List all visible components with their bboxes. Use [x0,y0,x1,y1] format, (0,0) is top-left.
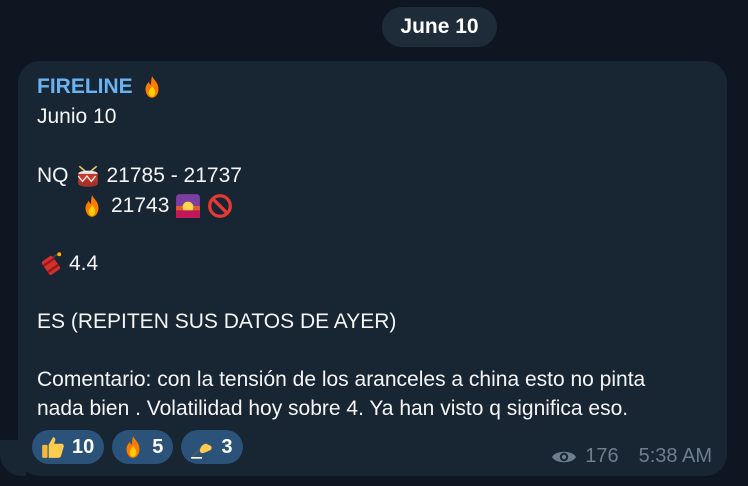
reaction-thumbs-up[interactable]: 10 [32,430,105,464]
chat-view: June 10 FIRELINE Junio 10 NQ 21785 - 217… [0,0,748,486]
comment-text-1: Comentario: con la tensión de los arance… [37,368,646,391]
sender-name[interactable]: FIRELINE [37,75,133,99]
dynamite-icon [41,252,62,275]
nq-range: 21785 - 21737 [106,164,242,187]
sunset-icon [176,194,201,218]
reaction-count: 3 [221,435,233,458]
drum-icon [77,165,98,187]
date-separator[interactable]: June 10 [382,7,497,47]
message-sender[interactable]: FIRELINE [37,74,165,100]
es-text: ES (REPITEN SUS DATOS DE AYER) [37,310,397,333]
reactions-bar: 10 5 3 [32,430,243,464]
message-line-date: Junio 10 [37,105,116,129]
message-time: 5:38 AM [638,445,712,467]
reaction-count: 10 [72,435,95,458]
fire-icon [145,76,159,98]
comment-text-2: nada bien . Volatilidad hoy sobre 4. Ya … [37,397,629,420]
message-line-comment-1: Comentario: con la tensión de los arance… [37,368,645,392]
message-line-comment-2: nada bien . Volatilidad hoy sobre 4. Ya … [37,397,628,421]
message-line-nq-level: 21743 [79,193,233,219]
thumbs-up-icon [42,437,64,458]
message-line-es: ES (REPITEN SUS DATOS DE AYER) [37,310,396,334]
reaction-writing-hand[interactable]: 3 [181,430,243,464]
value-text: 4.4 [69,252,99,275]
message-line-nq-range: NQ 21785 - 21737 [37,163,242,189]
message-line-value: 4.4 [37,251,98,277]
reaction-count: 5 [152,435,164,458]
fire-icon [85,195,99,217]
reaction-fire[interactable]: 5 [112,430,174,464]
fire-icon [126,436,140,458]
eye-icon [552,451,577,462]
nq-level: 21743 [111,194,170,217]
prohibited-icon [208,194,233,218]
nq-label: NQ [37,164,69,187]
writing-hand-icon [191,442,213,459]
view-count: 176 [585,445,619,467]
message-meta: 176 5:38 AM [551,445,712,468]
date-text: Junio 10 [37,105,117,128]
